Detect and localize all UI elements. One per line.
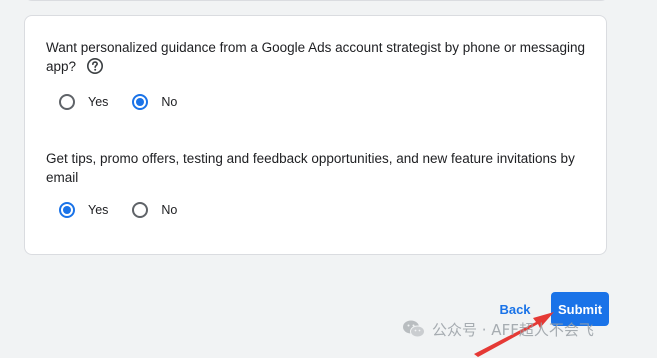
watermark: 公众号 · AFF超人不会飞	[402, 318, 594, 340]
question-email-text: Get tips, promo offers, testing and feed…	[46, 151, 575, 185]
help-circle-icon[interactable]	[86, 57, 104, 75]
contact-preferences-card: Want personalized guidance from a Google…	[24, 15, 607, 255]
question-strategist-text: Want personalized guidance from a Google…	[46, 40, 586, 74]
watermark-text: 公众号 · AFF超人不会飞	[432, 320, 594, 339]
radio-group-strategist: Yes No	[59, 94, 205, 110]
radio-label-strategist-yes: Yes	[88, 95, 109, 109]
wechat-icon	[403, 320, 425, 338]
radio-option-email-no[interactable]: No	[132, 202, 181, 218]
radio-option-strategist-yes[interactable]: Yes	[59, 94, 108, 110]
radio-group-email: Yes No	[59, 202, 205, 218]
radio-label-email-yes: Yes	[88, 203, 109, 217]
radio-button-email-no[interactable]	[132, 202, 149, 218]
radio-label-email-no: No	[161, 203, 178, 217]
radio-button-strategist-yes[interactable]	[59, 94, 75, 110]
radio-label-strategist-no: No	[161, 95, 178, 109]
radio-option-strategist-no[interactable]: No	[132, 94, 181, 110]
radio-button-strategist-no[interactable]	[132, 94, 149, 110]
previous-card-edge	[24, 0, 609, 1]
question-email-tips: Get tips, promo offers, testing and feed…	[46, 149, 586, 187]
question-strategist-guidance: Want personalized guidance from a Google…	[46, 38, 586, 76]
radio-button-email-yes[interactable]	[59, 202, 75, 218]
radio-option-email-yes[interactable]: Yes	[59, 202, 108, 218]
